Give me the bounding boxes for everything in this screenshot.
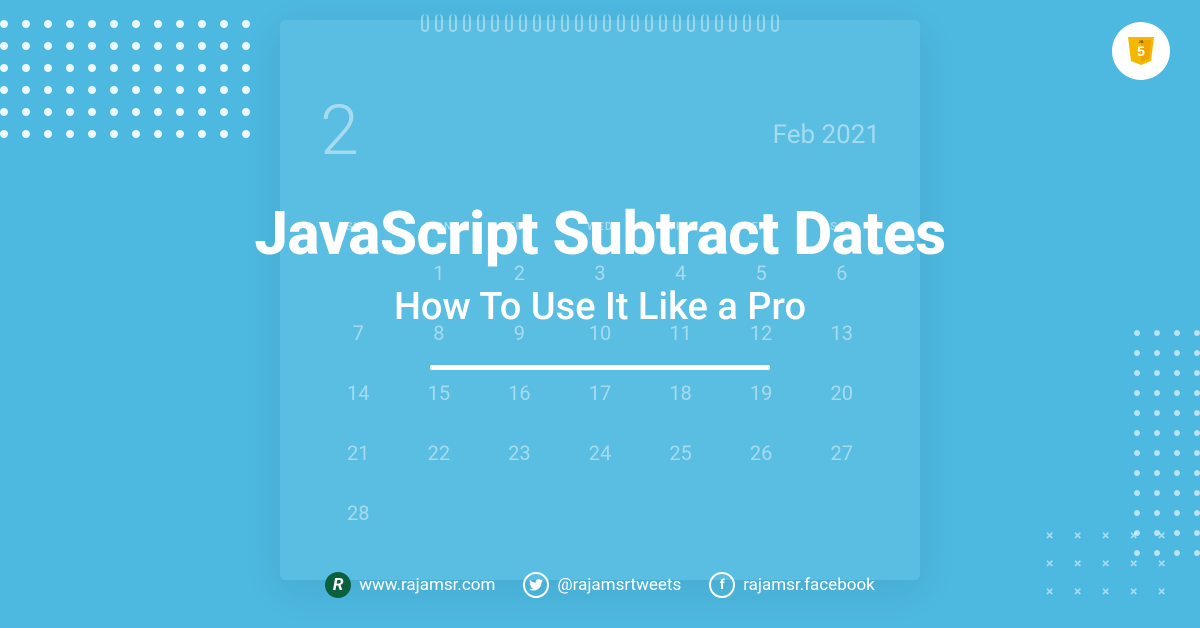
twitter-icon [523,572,549,598]
facebook-link[interactable]: f rajamsr.facebook [709,572,875,598]
page-title: JavaScript Subtract Dates [254,198,945,269]
social-bar: R www.rajamsr.com @rajamsrtweets f rajam… [0,572,1200,598]
facebook-text: rajamsr.facebook [743,575,875,595]
page-subtitle: How To Use It Like a Pro [394,285,806,329]
website-text: www.rajamsr.com [359,575,495,595]
twitter-text: @rajamsrtweets [557,575,681,595]
title-underline [430,365,770,370]
facebook-icon: f [709,572,735,598]
twitter-link[interactable]: @rajamsrtweets [523,572,681,598]
hero-content: JavaScript Subtract Dates How To Use It … [0,0,1200,628]
website-link[interactable]: R www.rajamsr.com [325,572,495,598]
brand-r-icon: R [325,572,351,598]
